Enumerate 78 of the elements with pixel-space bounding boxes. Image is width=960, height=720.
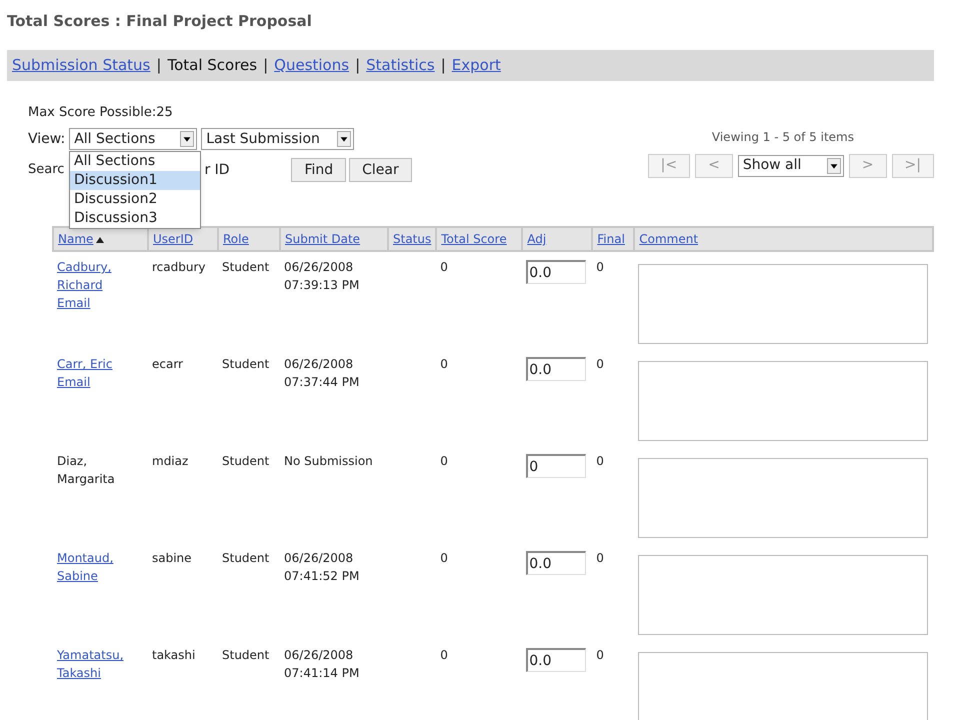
table-cell: 0 xyxy=(596,357,604,371)
comment-field[interactable] xyxy=(638,458,928,538)
table-cell-text: 06/26/2008 07:37:44 PM xyxy=(284,356,360,391)
student-name-link[interactable]: Carr, Eric xyxy=(57,355,144,373)
dropdown-option[interactable]: All Sections xyxy=(70,152,200,170)
column-header[interactable]: Comment xyxy=(634,227,933,251)
table-cell: Student xyxy=(222,648,270,662)
search-button[interactable]: Clear xyxy=(349,158,412,182)
table-cell-text: 06/26/2008 07:39:13 PM xyxy=(284,259,360,294)
caret-icon xyxy=(826,158,841,174)
table-cell: 0 xyxy=(596,551,604,565)
table-cell: Student xyxy=(222,454,270,468)
table-cell: sabine xyxy=(152,551,192,565)
comment-field[interactable] xyxy=(638,555,928,635)
nav-link[interactable]: Statistics xyxy=(366,54,435,76)
column-header[interactable]: Total Score xyxy=(436,227,522,251)
comment-field[interactable] xyxy=(638,652,928,720)
viewing-summary: Viewing 1 - 5 of 5 items xyxy=(712,128,855,146)
table-cell: Student xyxy=(222,260,270,274)
table-cell: 0 xyxy=(596,454,604,468)
caret-icon xyxy=(337,131,352,147)
adjustment-field[interactable]: 0.0 xyxy=(526,551,586,575)
search-label: Searc xyxy=(28,161,64,180)
table-cell: Student xyxy=(222,357,270,371)
comment-field[interactable] xyxy=(638,264,928,344)
nav-link[interactable]: Questions xyxy=(274,54,350,76)
section-select[interactable]: All Sections xyxy=(69,128,198,150)
student-name: Diaz, Margarita xyxy=(57,453,116,488)
page-title: Total Scores : Final Project Proposal xyxy=(6,11,313,32)
comment-field[interactable] xyxy=(638,361,928,441)
table-cell: 0 xyxy=(440,357,448,371)
table-cell: 0 xyxy=(440,551,448,565)
table-cell: mdiaz xyxy=(152,454,188,468)
nav-separator: | xyxy=(355,54,360,76)
student-name-link[interactable]: Yamatatsu, Takashi xyxy=(57,646,144,682)
table-cell: 0 xyxy=(596,648,604,662)
column-header[interactable]: Submit Date xyxy=(280,227,388,251)
adjustment-field[interactable]: 0.0 xyxy=(526,648,586,672)
view-label: View: xyxy=(28,130,66,148)
search-button[interactable]: Find xyxy=(291,158,346,182)
table-cell: takashi xyxy=(152,648,196,662)
table-cell: Student xyxy=(222,551,270,565)
max-score: Max Score Possible:25 xyxy=(28,104,174,122)
submission-select[interactable]: Last Submission xyxy=(201,128,354,150)
nav-separator: | xyxy=(156,54,162,76)
table-cell: ecarr xyxy=(152,357,183,371)
dropdown-option[interactable]: Discussion3 xyxy=(70,208,200,228)
column-header[interactable]: Final xyxy=(592,227,634,251)
table-cell-text: 06/26/2008 07:41:14 PM xyxy=(284,647,360,682)
page-size-select[interactable]: Show all xyxy=(738,154,844,176)
table-cell: 0 xyxy=(440,454,448,468)
sort-icon xyxy=(95,234,106,245)
nav-link[interactable]: Total Scores xyxy=(167,54,258,76)
table-cell: 0 xyxy=(440,260,448,274)
nav-link[interactable]: Export xyxy=(452,54,501,76)
adjustment-field[interactable]: 0.0 xyxy=(526,260,586,284)
nav-link[interactable]: Submission Status xyxy=(12,54,150,76)
student-name-link[interactable]: Cadbury, Richard xyxy=(57,258,144,294)
adjustment-field[interactable]: 0 xyxy=(526,454,586,478)
nav-separator: | xyxy=(440,54,446,76)
column-header[interactable]: Status xyxy=(388,227,436,251)
dropdown-option[interactable]: Discussion2 xyxy=(70,190,200,208)
caret-icon xyxy=(180,131,194,147)
table-cell-text: No Submission xyxy=(284,453,374,470)
table-cell: rcadbury xyxy=(152,260,206,274)
email-link[interactable]: Email xyxy=(57,294,90,312)
nav-separator: | xyxy=(263,54,268,76)
email-link[interactable]: Email xyxy=(57,373,90,391)
dropdown-option[interactable]: Discussion1 xyxy=(70,170,200,190)
student-name-link[interactable]: Montaud, Sabine xyxy=(57,549,144,585)
column-header[interactable]: Name xyxy=(53,227,148,251)
column-header[interactable]: UserID xyxy=(148,227,218,251)
table-cell: 0 xyxy=(596,260,604,274)
table-cell: 0 xyxy=(440,648,448,662)
adjustment-field[interactable]: 0.0 xyxy=(526,357,586,381)
column-header[interactable]: Adj xyxy=(522,227,592,251)
table-cell-text: 06/26/2008 07:41:52 PM xyxy=(284,550,360,585)
column-header[interactable]: Role xyxy=(218,227,280,251)
